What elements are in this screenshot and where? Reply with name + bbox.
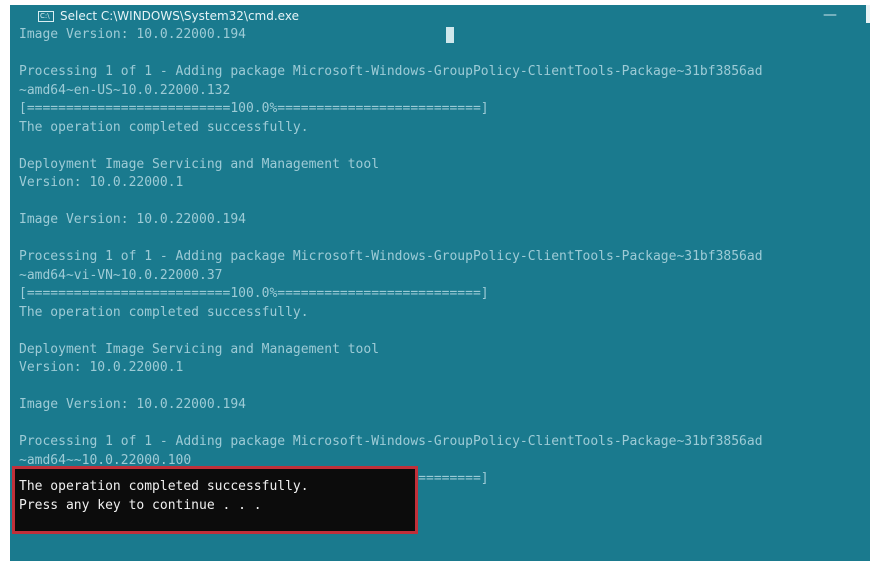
- console-output[interactable]: Image Version: 10.0.22000.194 Processing …: [19, 26, 859, 489]
- console-line: Image Version: 10.0.22000.194: [19, 397, 246, 412]
- minimize-button[interactable]: —: [820, 5, 840, 27]
- console-line: Processing 1 of 1 - Adding package Micro…: [19, 249, 763, 264]
- window-title: Select C:\WINDOWS\System32\cmd.exe: [60, 9, 299, 23]
- console-line: The operation completed successfully.: [19, 119, 309, 135]
- console-line: Processing 1 of 1 - Adding package Micro…: [19, 64, 763, 79]
- console-line: ~amd64~vi-VN~10.0.22000.37: [19, 267, 223, 283]
- cmd-app-icon: C:\: [38, 10, 54, 22]
- highlighted-line: Press any key to continue . . .: [19, 497, 262, 513]
- console-line: Version: 10.0.22000.1: [19, 175, 184, 190]
- console-line: Processing 1 of 1 - Adding package Micro…: [19, 434, 763, 449]
- console-line: Deployment Image Servicing and Managemen…: [19, 341, 380, 357]
- console-line: Version: 10.0.22000.1: [19, 360, 184, 375]
- console-line: [==========================100.0%=======…: [19, 286, 489, 301]
- console-line: The operation completed successfully.: [19, 304, 309, 320]
- title-bar[interactable]: C:\ Select C:\WINDOWS\System32\cmd.exe —: [10, 5, 870, 27]
- console-line: Deployment Image Servicing and Managemen…: [19, 156, 380, 172]
- console-line: ~amd64~en-US~10.0.22000.132: [19, 82, 231, 98]
- console-line: Image Version: 10.0.22000.194: [19, 212, 246, 227]
- highlighted-line: The operation completed successfully.: [19, 479, 309, 494]
- console-line: [==========================100.0%=======…: [19, 101, 489, 116]
- window-edge: [866, 5, 870, 23]
- console-line: Image Version: 10.0.22000.194: [19, 27, 246, 42]
- highlighted-output: The operation completed successfully. Pre…: [19, 478, 309, 515]
